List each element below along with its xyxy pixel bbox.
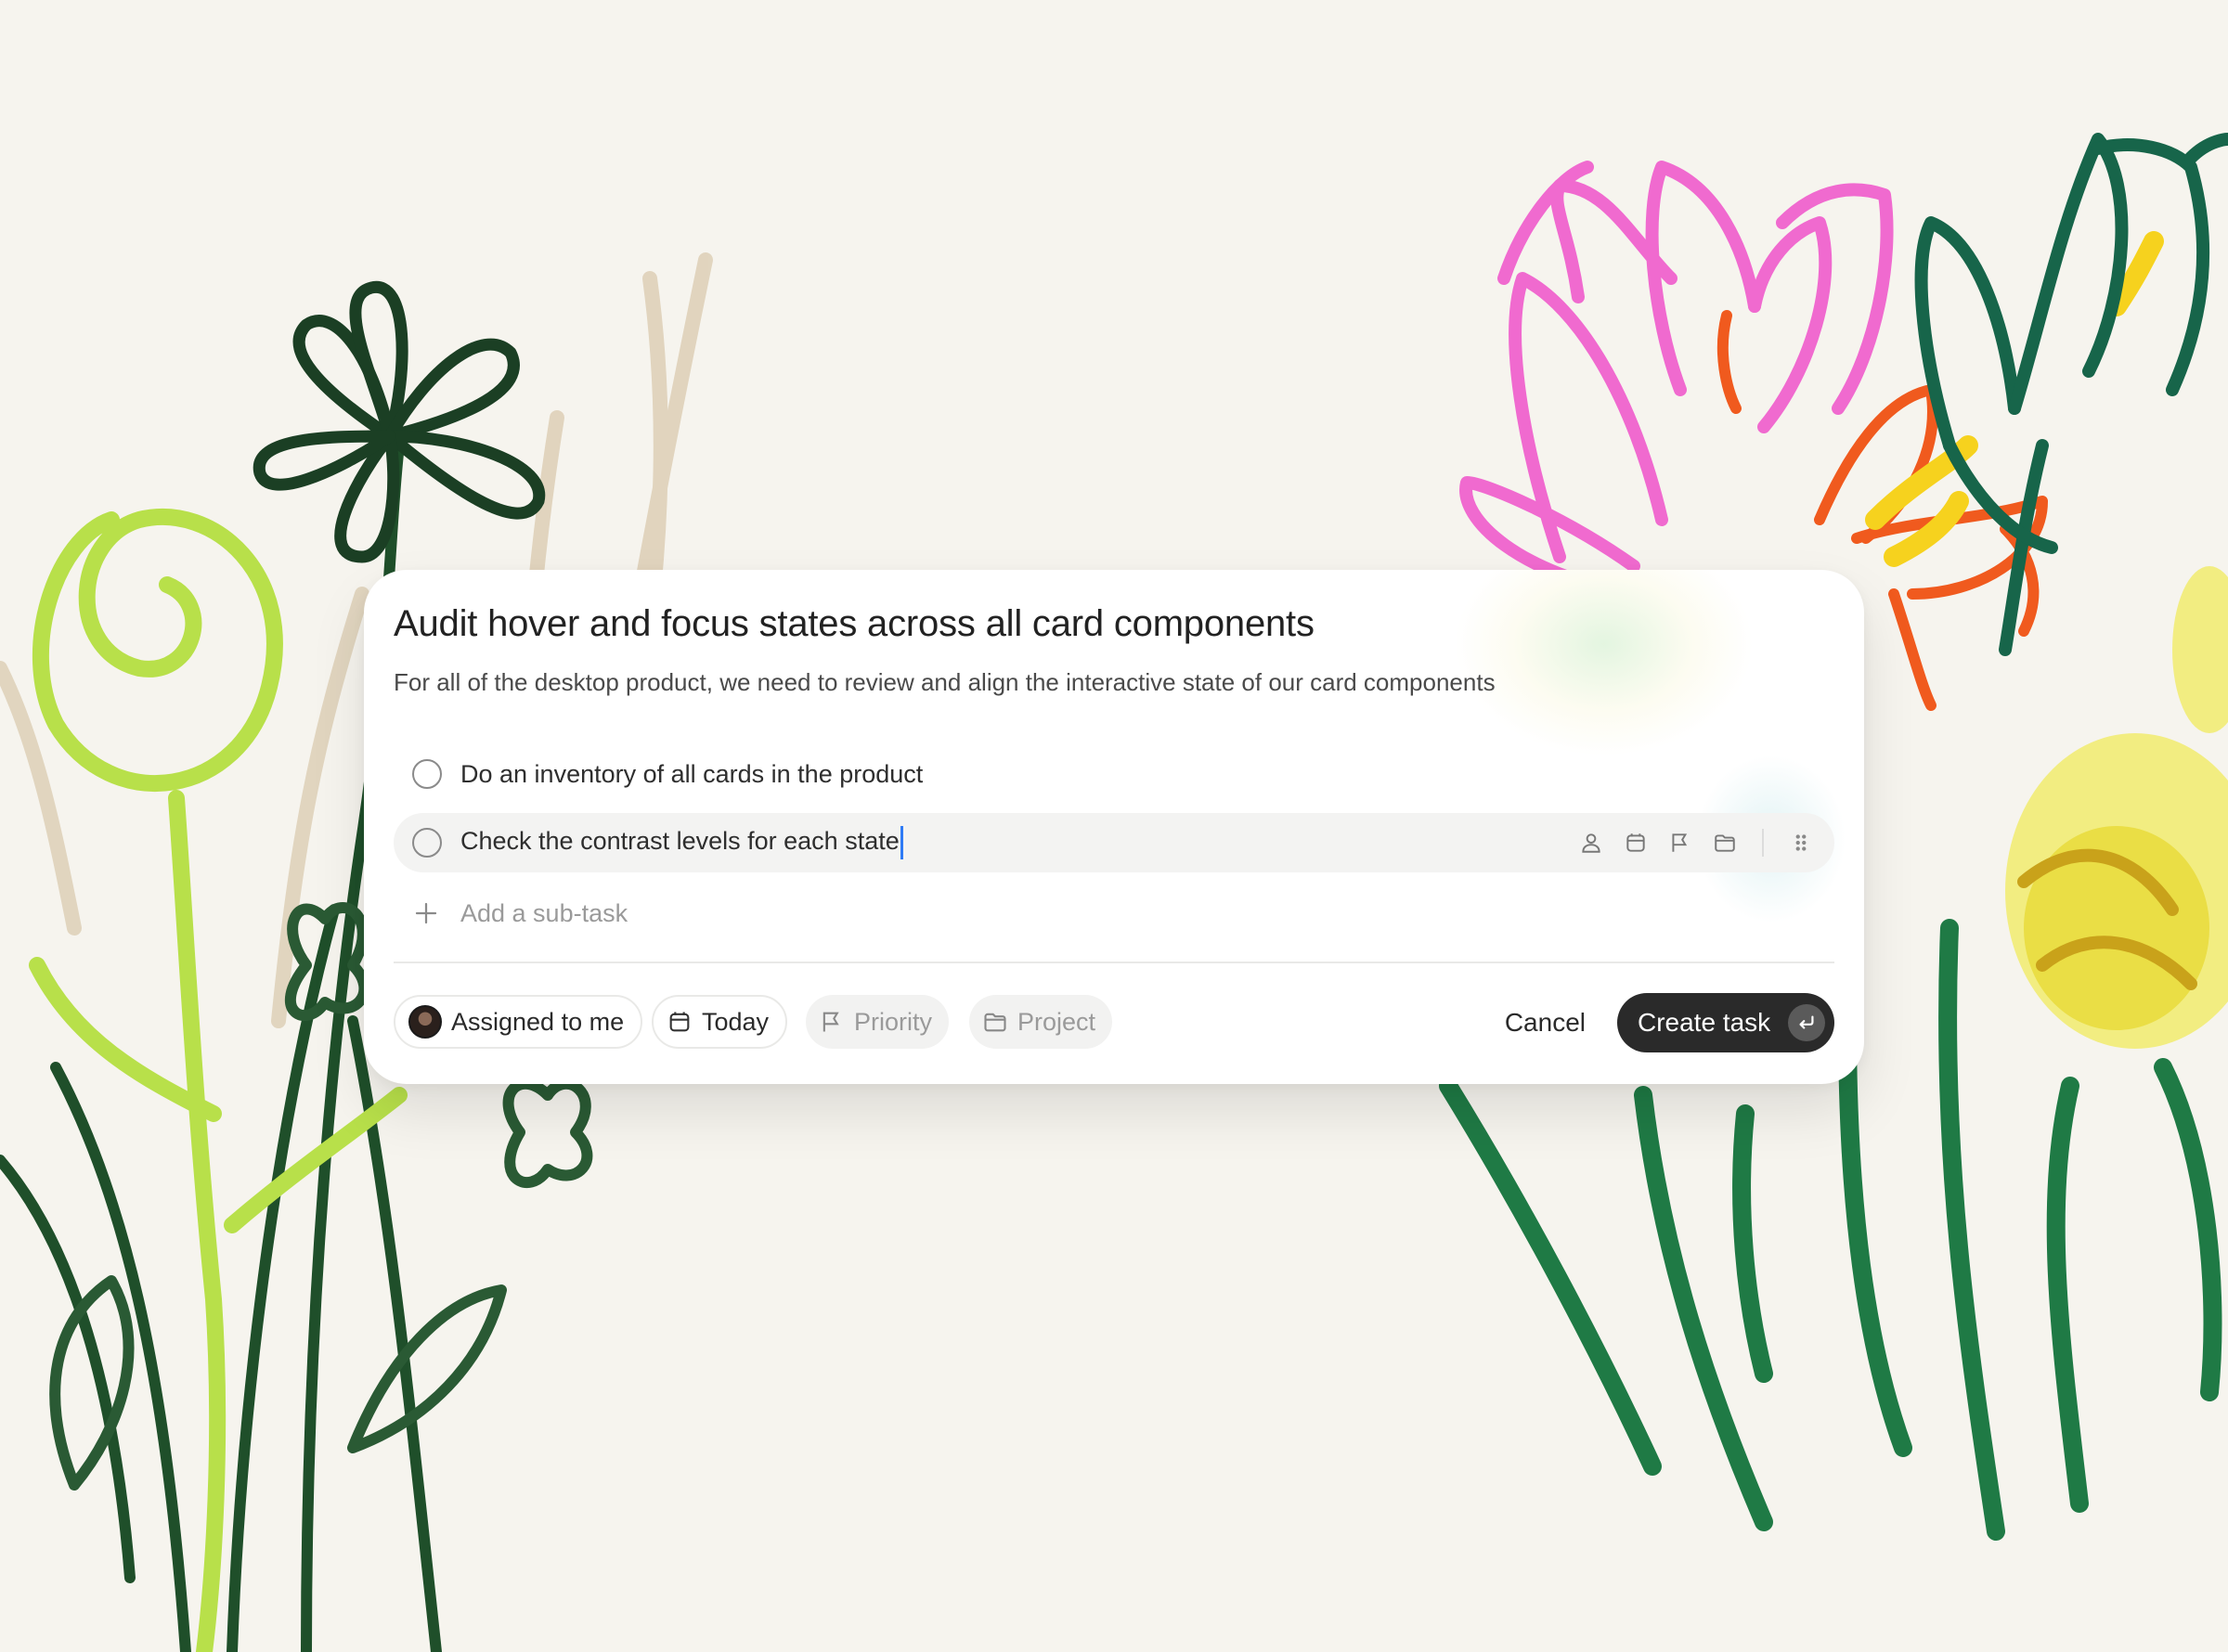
subtask-label: Check the contrast levels for each state <box>460 827 900 856</box>
text-caret <box>900 826 903 859</box>
project-chip[interactable]: Project <box>969 995 1113 1049</box>
enter-key-icon <box>1788 1004 1825 1041</box>
calendar-icon[interactable] <box>1621 828 1651 858</box>
task-title-input[interactable]: Audit hover and focus states across all … <box>394 603 1315 645</box>
create-task-label: Create task <box>1638 1008 1771 1037</box>
tools-divider <box>1762 829 1764 857</box>
subtask-checkbox[interactable] <box>412 828 442 858</box>
drag-handle-icon[interactable] <box>1786 828 1816 858</box>
project-label: Project <box>1017 1007 1096 1036</box>
subtask-tools <box>1576 813 1816 872</box>
flag-icon <box>823 1012 839 1032</box>
assignee-label: Assigned to me <box>451 1007 625 1036</box>
avatar <box>408 1005 442 1039</box>
calendar-icon <box>669 1012 690 1032</box>
subtask-row[interactable]: Do an inventory of all cards in the prod… <box>394 744 1834 804</box>
subtask-checkbox[interactable] <box>412 759 442 789</box>
subtask-input[interactable]: Check the contrast levels for each state <box>460 826 903 859</box>
subtask-label[interactable]: Do an inventory of all cards in the prod… <box>460 760 923 789</box>
create-task-button[interactable]: Create task <box>1617 993 1834 1052</box>
footer-divider <box>394 962 1834 963</box>
user-icon[interactable] <box>1576 828 1606 858</box>
folder-icon <box>984 1013 1006 1032</box>
folder-icon[interactable] <box>1710 828 1740 858</box>
card-glow-decoration <box>1456 570 1753 755</box>
add-subtask-placeholder: Add a sub-task <box>460 898 628 927</box>
priority-chip[interactable]: Priority <box>806 995 950 1049</box>
plus-icon <box>415 902 437 924</box>
cancel-button[interactable]: Cancel <box>1505 1008 1586 1038</box>
priority-label: Priority <box>854 1007 933 1036</box>
task-description-input[interactable]: For all of the desktop product, we need … <box>394 668 1496 697</box>
date-chip[interactable]: Today <box>652 995 788 1049</box>
date-label: Today <box>702 1007 770 1036</box>
assignee-chip[interactable]: Assigned to me <box>394 995 643 1049</box>
subtask-row-active[interactable]: Check the contrast levels for each state <box>394 813 1834 872</box>
flag-icon[interactable] <box>1665 828 1695 858</box>
create-task-dialog: Audit hover and focus states across all … <box>364 570 1864 1084</box>
add-subtask-button[interactable]: Add a sub-task <box>412 895 628 932</box>
